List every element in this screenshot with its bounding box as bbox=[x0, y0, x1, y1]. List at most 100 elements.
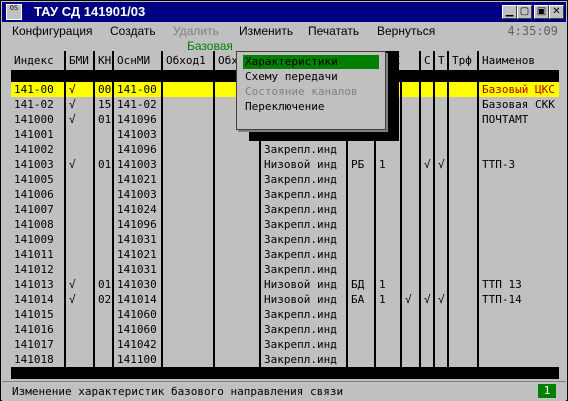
table-cell bbox=[66, 337, 93, 352]
table-cell bbox=[348, 172, 374, 187]
status-text: Изменение характеристик базового направл… bbox=[12, 385, 344, 398]
column-header[interactable]: Трф bbox=[449, 51, 477, 70]
table-cell bbox=[66, 232, 93, 247]
table-cell bbox=[435, 142, 447, 157]
menu-edit[interactable]: Изменить bbox=[239, 24, 293, 38]
page-indicator: 1 bbox=[538, 384, 556, 398]
column-header[interactable]: ОснМИ bbox=[114, 51, 161, 70]
table-cell bbox=[402, 142, 419, 157]
table-cell bbox=[449, 112, 477, 127]
table-cell: 141017 bbox=[11, 337, 64, 352]
table-cell bbox=[95, 322, 112, 337]
table-cell bbox=[376, 307, 400, 322]
table-cell: 141021 bbox=[114, 172, 161, 187]
dropdown-item-transmission-scheme[interactable]: Схему передачи bbox=[243, 70, 379, 84]
menu-print[interactable]: Печатать bbox=[308, 24, 359, 38]
table-cell bbox=[449, 247, 477, 262]
close-button[interactable]: ✕ bbox=[549, 5, 564, 19]
column-header[interactable]: Обход1 bbox=[163, 51, 213, 70]
table-cell bbox=[163, 232, 213, 247]
table-cell: √ bbox=[66, 292, 93, 307]
table-cell: 141060 bbox=[114, 322, 161, 337]
table-cell bbox=[402, 352, 419, 367]
table-cell bbox=[449, 337, 477, 352]
table-cell bbox=[66, 217, 93, 232]
table-cell: 141042 bbox=[114, 337, 161, 352]
dropdown-item-switching[interactable]: Переключение bbox=[243, 100, 379, 114]
table-cell: 01 bbox=[95, 277, 112, 292]
table-cell bbox=[435, 307, 447, 322]
table-cell bbox=[449, 97, 477, 112]
table-cell bbox=[348, 247, 374, 262]
table-cell: 01 bbox=[95, 112, 112, 127]
table-cell bbox=[163, 277, 213, 292]
menu-delete[interactable]: Удалить bbox=[173, 24, 219, 38]
title-bar[interactable]: OS ТАУ СД 141901/03 ▁ ▢ ▣ ✕ bbox=[2, 2, 566, 22]
table-cell bbox=[449, 232, 477, 247]
table-cell bbox=[163, 322, 213, 337]
status-bar: Изменение характеристик базового направл… bbox=[2, 381, 566, 401]
table-cell: Низовой инд bbox=[261, 292, 346, 307]
table-cell bbox=[66, 307, 93, 322]
restore-button[interactable]: ▢ bbox=[517, 5, 532, 19]
table-cell bbox=[402, 247, 419, 262]
table-cell bbox=[449, 322, 477, 337]
table-cell bbox=[435, 127, 447, 142]
table-cell: √ bbox=[421, 157, 433, 172]
table-cell bbox=[348, 307, 374, 322]
table-cell bbox=[435, 97, 447, 112]
dropdown-item-characteristics[interactable]: Характеристики bbox=[243, 55, 379, 69]
column-header[interactable]: Наименов bbox=[479, 51, 559, 70]
table-cell: РБ bbox=[348, 157, 374, 172]
column-header[interactable]: БМИ bbox=[66, 51, 93, 70]
minimize-button[interactable]: ▁ bbox=[502, 5, 517, 19]
table-cell bbox=[163, 247, 213, 262]
table-cell: 141-02 bbox=[11, 97, 64, 112]
table-cell: ТТП-14 bbox=[479, 292, 559, 307]
table-cell bbox=[95, 307, 112, 322]
column-header[interactable]: Т bbox=[435, 51, 447, 70]
table-cell bbox=[479, 337, 559, 352]
app-icon[interactable]: OS bbox=[6, 4, 22, 20]
table-cell bbox=[95, 217, 112, 232]
table-cell: 141030 bbox=[114, 277, 161, 292]
table-cell bbox=[479, 307, 559, 322]
table-cell: Закрепл.инд bbox=[261, 352, 346, 367]
table-cell bbox=[479, 262, 559, 277]
table-cell: Базовая СКК bbox=[479, 97, 559, 112]
table-cell bbox=[449, 127, 477, 142]
table-cell bbox=[402, 187, 419, 202]
table-cell: Закрепл.инд bbox=[261, 322, 346, 337]
menu-configuration[interactable]: Конфигурация bbox=[12, 24, 93, 38]
table-cell bbox=[215, 277, 259, 292]
table-cell bbox=[449, 202, 477, 217]
table-cell bbox=[402, 172, 419, 187]
menu-create[interactable]: Создать bbox=[110, 24, 156, 38]
table-cell bbox=[449, 187, 477, 202]
dropdown-item-channel-state[interactable]: Состояние каналов bbox=[243, 85, 379, 99]
table-cell bbox=[215, 292, 259, 307]
table-cell: 141021 bbox=[114, 247, 161, 262]
table-cell: Закрепл.инд bbox=[261, 217, 346, 232]
table-cell bbox=[95, 232, 112, 247]
table-cell bbox=[449, 172, 477, 187]
table-cell: 1 bbox=[376, 292, 400, 307]
menu-return[interactable]: Вернуться bbox=[377, 24, 435, 38]
restore-window-button[interactable]: ▣ bbox=[534, 5, 549, 19]
table-cell bbox=[95, 172, 112, 187]
table-cell bbox=[421, 112, 433, 127]
table-cell: 00 bbox=[95, 82, 112, 97]
table-cell: 141012 bbox=[11, 262, 64, 277]
table-cell bbox=[435, 232, 447, 247]
table-cell: 141031 bbox=[114, 262, 161, 277]
column-header[interactable]: КН bbox=[95, 51, 112, 70]
table-cell bbox=[163, 337, 213, 352]
column-header[interactable]: С bbox=[421, 51, 433, 70]
table-cell: Закрепл.инд bbox=[261, 262, 346, 277]
table-cell bbox=[163, 262, 213, 277]
table-cell: 141015 bbox=[11, 307, 64, 322]
column-header[interactable]: Индекс bbox=[11, 51, 64, 70]
table-cell bbox=[402, 217, 419, 232]
table-cell: 141024 bbox=[114, 202, 161, 217]
table-cell bbox=[421, 127, 433, 142]
